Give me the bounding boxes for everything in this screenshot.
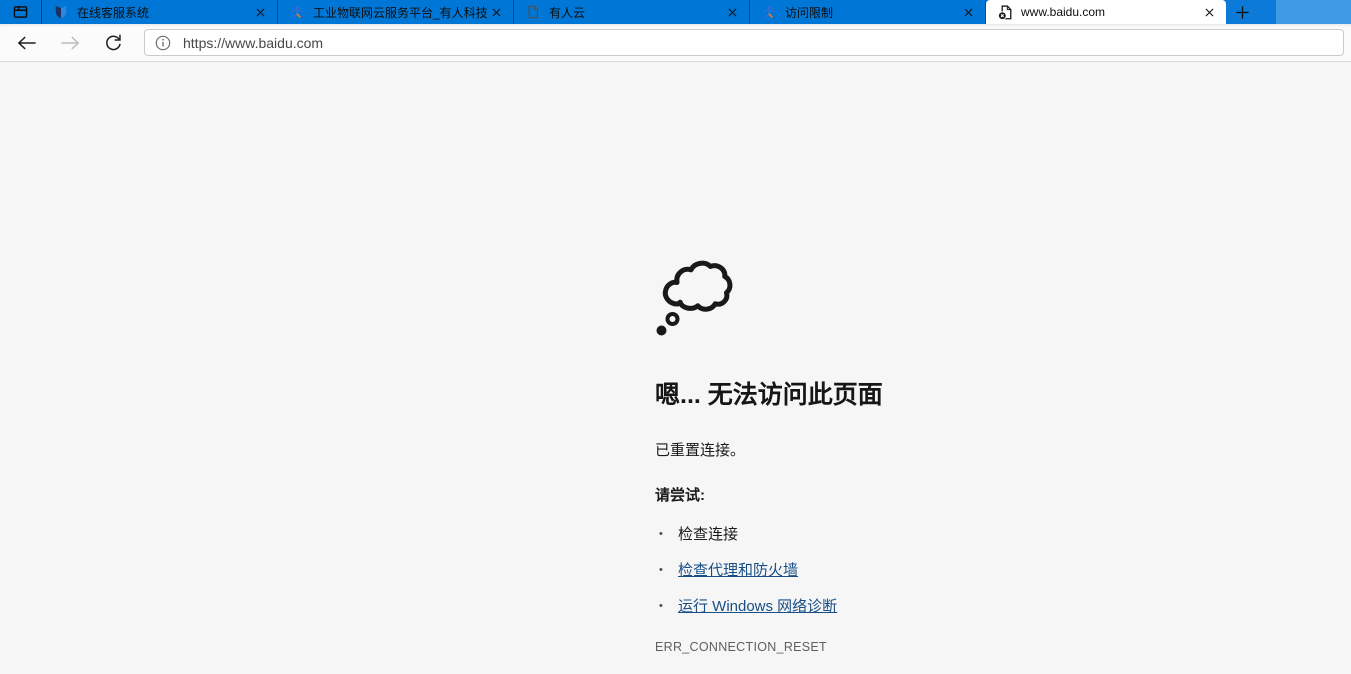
suggestion-list: • 检查连接 • 检查代理和防火墙 • 运行 Windows 网络诊断 (655, 525, 1255, 616)
close-icon[interactable] (1200, 3, 1218, 21)
tab-title: 有人云 (549, 5, 586, 20)
error-page-icon (998, 5, 1012, 20)
page-content: 嗯... 无法访问此页面 已重置连接。 请尝试: • 检查连接 • 检查代理和防… (0, 62, 1351, 674)
window-frame-area (1276, 0, 1351, 24)
tab-bar: 在线客服系统 工业物联网云服务平台_有人科技 有人云 访问限制 www.baid… (0, 0, 1351, 24)
forward-button (53, 27, 87, 59)
close-icon[interactable] (487, 3, 505, 21)
tab-title: www.baidu.com (1021, 5, 1106, 19)
list-item: • 检查连接 (655, 525, 1255, 544)
bullet-icon: • (659, 528, 663, 540)
list-item: • 检查代理和防火墙 (655, 561, 1255, 580)
refresh-icon (104, 33, 123, 52)
navigation-bar: https://www.baidu.com (0, 24, 1351, 62)
list-item: • 运行 Windows 网络诊断 (655, 597, 1255, 616)
site-info-icon[interactable] (155, 35, 171, 51)
tab-baidu-active[interactable]: www.baidu.com (986, 0, 1226, 24)
address-bar[interactable]: https://www.baidu.com (144, 29, 1344, 56)
suggestion-check-proxy-firewall-link[interactable]: 检查代理和防火墙 (678, 561, 798, 580)
tab-title: 工业物联网云服务平台_有人科技 (313, 5, 487, 20)
error-code: ERR_CONNECTION_RESET (655, 640, 827, 654)
refresh-button[interactable] (96, 27, 130, 59)
try-label: 请尝试: (655, 487, 705, 504)
close-icon[interactable] (959, 3, 977, 21)
plus-icon (1235, 5, 1250, 20)
tab-actions-button[interactable] (0, 0, 42, 24)
tab-access-restricted[interactable]: 访问限制 (750, 0, 986, 24)
error-content: 嗯... 无法访问此页面 已重置连接。 请尝试: • 检查连接 • 检查代理和防… (655, 255, 1255, 674)
url-text[interactable]: https://www.baidu.com (183, 35, 323, 51)
tab-title: 访问限制 (785, 5, 834, 20)
close-icon[interactable] (723, 3, 741, 21)
tab-online-service[interactable]: 在线客服系统 (42, 0, 278, 24)
tab-title: 在线客服系统 (77, 5, 150, 20)
usr-person-logo-icon (762, 5, 776, 19)
suggestion-check-connection: 检查连接 (678, 526, 739, 543)
tab-layout-icon (13, 5, 28, 19)
error-heading: 嗯... 无法访问此页面 (655, 381, 883, 409)
back-arrow-icon (17, 35, 37, 51)
tab-iot-platform[interactable]: 工业物联网云服务平台_有人科技 (278, 0, 514, 24)
close-icon[interactable] (251, 3, 269, 21)
bullet-icon: • (659, 564, 663, 576)
new-tab-button[interactable] (1226, 0, 1276, 24)
tab-usr-cloud[interactable]: 有人云 (514, 0, 750, 24)
u-shield-logo-icon (54, 5, 68, 19)
bullet-icon: • (659, 600, 663, 612)
thought-cloud-icon (655, 255, 1255, 339)
forward-arrow-icon (60, 35, 80, 51)
suggestion-run-network-diagnostics-link[interactable]: 运行 Windows 网络诊断 (678, 597, 837, 616)
blank-page-icon (526, 5, 540, 19)
back-button[interactable] (10, 27, 44, 59)
error-message: 已重置连接。 (655, 442, 746, 459)
usr-person-logo-icon (290, 5, 304, 19)
